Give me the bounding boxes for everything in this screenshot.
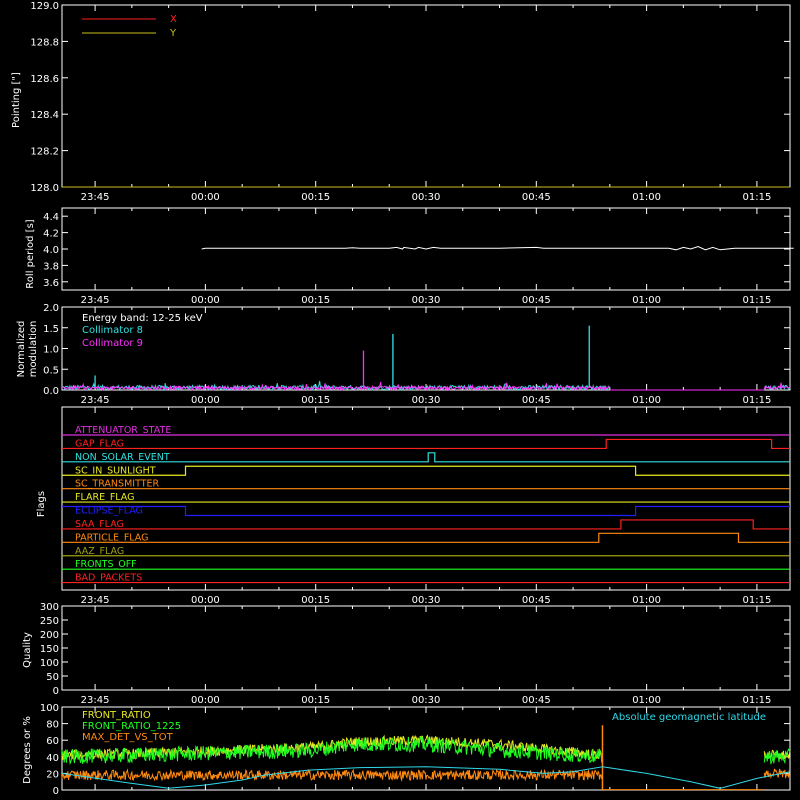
time-tick-label: 00:45 <box>522 695 551 706</box>
time-tick-label: 00:45 <box>522 295 551 306</box>
y-tick-label: 50 <box>46 672 59 683</box>
flag-label-0: ATTENUATOR_STATE <box>75 425 171 436</box>
flag-label-1: GAP_FLAG <box>75 438 124 449</box>
time-tick-label: 01:15 <box>742 295 771 306</box>
time-tick-label: 00:45 <box>522 595 551 606</box>
time-tick-label: 01:00 <box>632 192 661 203</box>
flag-label-3: SC_IN_SUNLIGHT <box>75 465 156 476</box>
y-tick-label: 129.0 <box>30 1 59 12</box>
time-tick-label: 00:00 <box>191 395 220 406</box>
flags-panel: Flags <box>36 491 47 517</box>
flag-label-11: BAD_PACKETS <box>75 573 142 584</box>
ratios-ylabel: Degrees or % <box>22 716 33 784</box>
flag-label-9: AAZ_FLAG <box>75 546 124 557</box>
time-tick-label: 23:45 <box>81 395 110 406</box>
y-tick-label: 128.0 <box>30 183 59 194</box>
y-tick-label: 80 <box>46 720 59 731</box>
y-tick-label: 150 <box>40 644 59 655</box>
legend-max-det: MAX_DET_VS_TOT <box>82 732 174 743</box>
flag-label-2: NON_SOLAR_EVENT <box>75 452 170 463</box>
y-tick-label: 100 <box>40 658 59 669</box>
y-tick-label: 3.8 <box>43 261 59 272</box>
y-tick-label: 300 <box>40 602 59 613</box>
time-tick-label: 01:00 <box>632 595 661 606</box>
flag-label-5: FLARE_FLAG <box>75 492 135 503</box>
y-tick-label: 128.4 <box>30 110 59 121</box>
y-tick-label: 40 <box>46 753 59 764</box>
legend-y-label: Y <box>169 28 177 39</box>
time-tick-label: 00:30 <box>412 192 441 203</box>
y-tick-label: 4.2 <box>43 229 59 240</box>
y-tick-label: 128.8 <box>30 37 59 48</box>
time-tick-label: 00:30 <box>412 595 441 606</box>
rhessi-quicklook-plot: 23:45 00:00 00:15 00:30 00:45 01:00 01:15 128.0… <box>0 0 800 800</box>
time-tick-label: 00:45 <box>522 395 551 406</box>
y-tick-label: 4.0 <box>43 245 59 256</box>
y-tick-label: 250 <box>40 616 59 627</box>
y-tick-label: 60 <box>46 736 59 747</box>
time-tick-label: 23:45 <box>81 595 110 606</box>
time-tick-label: 01:15 <box>742 192 771 203</box>
legend-collimator9: Collimator 9 <box>82 338 143 349</box>
background <box>0 0 800 800</box>
time-tick-label: 01:00 <box>632 695 661 706</box>
time-tick-label: 00:30 <box>412 295 441 306</box>
flag-label-8: PARTICLE_FLAG <box>75 532 148 543</box>
y-tick-label: 4.4 <box>43 212 59 223</box>
time-tick-label: 00:00 <box>191 295 220 306</box>
y-tick-label: 1.5 <box>43 324 59 335</box>
y-tick-label: 20 <box>46 769 59 780</box>
y-tick-label: 128.6 <box>30 74 59 85</box>
legend-collimator8: Collimator 8 <box>82 325 143 336</box>
time-tick-label: 00:00 <box>191 695 220 706</box>
time-tick-label: 00:15 <box>301 595 330 606</box>
time-tick-label: 00:15 <box>301 395 330 406</box>
time-tick-label: 00:15 <box>301 695 330 706</box>
legend-x-label: X <box>170 14 177 25</box>
time-tick-label: 00:30 <box>412 695 441 706</box>
y-tick-label: 1.0 <box>43 345 59 356</box>
modulation-ylabel-line2: modulation <box>28 321 39 378</box>
flag-label-7: SAA_FLAG <box>75 519 124 530</box>
time-tick-label: 01:15 <box>742 595 771 606</box>
time-tick-label: 00:45 <box>522 192 551 203</box>
flags-ylabel: Flags <box>36 491 47 517</box>
y-tick-label: 2.0 <box>43 303 59 314</box>
time-tick-label: 23:45 <box>81 192 110 203</box>
y-tick-label: 0 <box>53 686 59 697</box>
time-tick-label: 00:30 <box>412 395 441 406</box>
y-tick-label: 0.0 <box>43 386 59 397</box>
time-tick-label: 00:15 <box>301 192 330 203</box>
y-tick-label: 0.5 <box>43 365 59 376</box>
modulation-ylabel-line1: Normalized <box>16 321 27 378</box>
time-tick-label: 00:00 <box>191 192 220 203</box>
y-tick-label: 200 <box>40 630 59 641</box>
roll-period-panel: Roll period [s] <box>25 219 36 288</box>
legend-front-ratio-1225: FRONT_RATIO_1225 <box>82 721 181 732</box>
legend-geomag: Absolute geomagnetic latitude <box>612 712 766 723</box>
y-tick-label: 100 <box>40 703 59 714</box>
flag-label-6: ECLIPSE_FLAG <box>75 506 143 517</box>
legend-front-ratio: FRONT_RATIO <box>82 710 151 721</box>
time-tick-label: 00:00 <box>191 595 220 606</box>
y-tick-label: 3.6 <box>43 278 59 289</box>
time-tick-label: 23:45 <box>81 295 110 306</box>
y-tick-label: 0 <box>53 786 59 797</box>
time-tick-label: 23:45 <box>81 695 110 706</box>
time-tick-label: 00:15 <box>301 295 330 306</box>
roll-ylabel: Roll period [s] <box>25 219 36 288</box>
pointing-ylabel: Pointing ["] <box>11 72 22 128</box>
energy-band-annotation: Energy band: 12-25 keV <box>82 313 203 324</box>
y-tick-label: 128.2 <box>30 147 59 158</box>
flag-label-10: FRONTS_OFF <box>75 559 137 570</box>
time-tick-label: 01:00 <box>632 295 661 306</box>
quality-ylabel: Quality <box>22 632 33 668</box>
flag-label-4: SC_TRANSMITTER <box>75 479 160 490</box>
quality-panel: Quality <box>22 632 33 668</box>
time-tick-label: 01:15 <box>742 395 771 406</box>
time-tick-label: 01:00 <box>632 395 661 406</box>
time-tick-label: 01:15 <box>742 695 771 706</box>
